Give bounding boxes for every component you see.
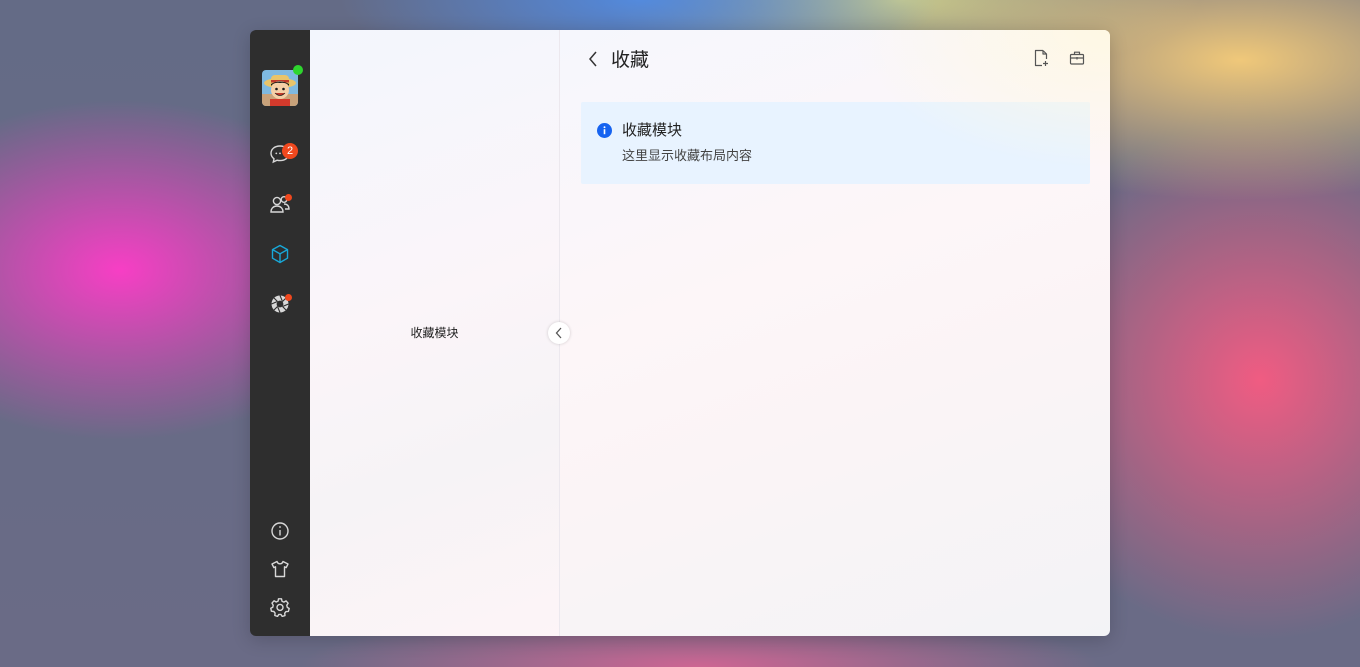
online-status-dot xyxy=(293,65,303,75)
contacts-notification-dot xyxy=(285,194,292,201)
nav-item-settings[interactable] xyxy=(250,589,310,625)
alert-description: 这里显示收藏布局内容 xyxy=(622,149,753,164)
chevron-left-icon xyxy=(587,50,599,72)
page-title: 收藏 xyxy=(611,49,650,71)
info-circle-icon xyxy=(597,123,612,138)
info-icon xyxy=(270,521,290,541)
main-content: 收藏 收藏模块 这里显示收藏布局内容 xyxy=(560,30,1110,636)
unread-count-badge: 2 xyxy=(282,143,298,159)
user-avatar[interactable] xyxy=(262,65,303,106)
briefcase-icon xyxy=(1069,50,1085,70)
alert-title: 收藏模块 xyxy=(622,121,683,139)
nav-item-collections[interactable] xyxy=(250,236,310,272)
page-header: 收藏 xyxy=(560,30,1110,90)
file-add-icon xyxy=(1033,49,1049,71)
gear-icon xyxy=(270,597,290,617)
collapse-panel-button[interactable] xyxy=(548,322,570,344)
nav-item-info[interactable] xyxy=(250,513,310,549)
tshirt-icon xyxy=(270,559,290,579)
nav-item-contacts[interactable] xyxy=(250,186,310,222)
collection-list-panel: 收藏模块 xyxy=(310,30,570,636)
chevron-left-icon xyxy=(554,324,564,343)
moments-notification-dot xyxy=(285,294,292,301)
avatar-image xyxy=(262,70,298,106)
nav-item-moments[interactable] xyxy=(250,286,310,322)
nav-item-theme[interactable] xyxy=(250,551,310,587)
desktop-background: 2 收藏模块 收藏 收藏模块 这里显示收藏布局内容 xyxy=(0,0,1360,667)
toolbox-button[interactable] xyxy=(1067,50,1087,70)
nav-sidebar: 2 xyxy=(250,30,310,636)
cube-icon xyxy=(269,243,291,265)
app-window: 2 收藏模块 收藏 收藏模块 这里显示收藏布局内容 xyxy=(250,30,1110,636)
info-alert: 收藏模块 这里显示收藏布局内容 xyxy=(581,102,1090,184)
new-note-button[interactable] xyxy=(1031,49,1051,71)
back-button[interactable] xyxy=(584,50,602,72)
nav-item-chat[interactable]: 2 xyxy=(250,136,310,172)
list-panel-label: 收藏模块 xyxy=(410,326,459,340)
